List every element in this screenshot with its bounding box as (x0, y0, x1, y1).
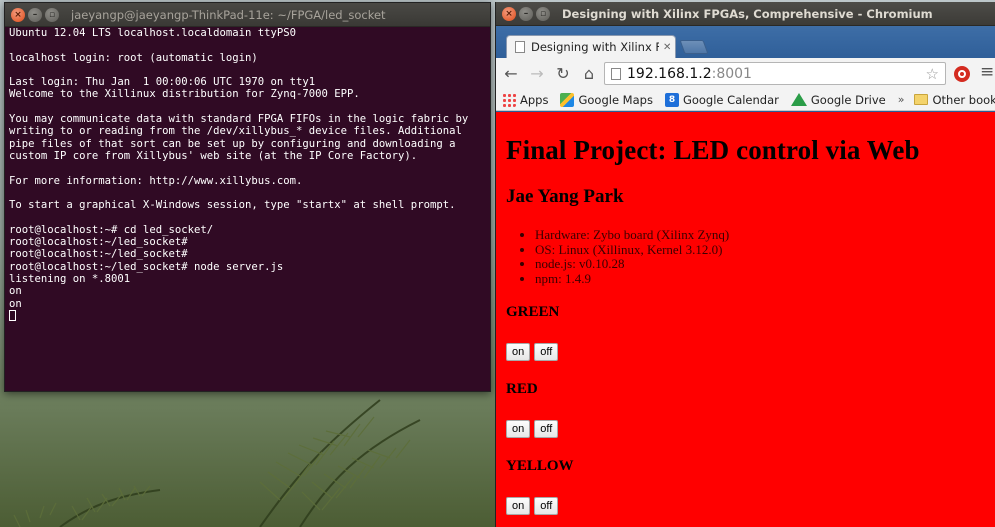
address-bar[interactable]: 192.168.1.2:8001 ☆ (604, 62, 946, 85)
bookmark-label: Google Maps (578, 92, 653, 107)
menu-icon[interactable]: ≡ (980, 62, 994, 82)
terminal-line: root@localhost:~/led_socket# (9, 236, 188, 249)
red-off-button[interactable]: off (534, 420, 559, 438)
terminal-title: jaeyangp@jaeyangp-ThinkPad-11e: ~/FPGA/l… (71, 7, 386, 22)
reload-icon[interactable]: ↻ (552, 63, 574, 85)
browser-tab[interactable]: Designing with Xilinx FPG ✕ (506, 35, 676, 58)
terminal-line: You may communicate data with standard F… (9, 113, 469, 126)
red-on-button[interactable]: on (506, 420, 531, 438)
chromium-maximize-icon[interactable]: ▫ (536, 6, 550, 21)
chromium-close-icon[interactable]: × (502, 6, 516, 21)
bookmark-label: Other bookmarks (932, 92, 995, 107)
new-tab-button[interactable] (679, 40, 709, 54)
yellow-led-heading: YELLOW (506, 458, 574, 474)
terminal-line: custom IP core from Xillybus' web site (… (9, 149, 418, 162)
terminal-line: Welcome to the Xillinux distribution for… (9, 88, 360, 101)
google-calendar-icon: 8 (664, 92, 679, 107)
red-led-heading: RED (506, 381, 538, 397)
page-icon (515, 41, 525, 53)
green-on-button[interactable]: on (506, 343, 531, 361)
system-info-list: Hardware: Zybo board (Xilinx Zynq) OS: L… (535, 227, 995, 287)
list-item: OS: Linux (Xillinux, Kernel 3.12.0) (535, 242, 995, 258)
terminal-output[interactable]: Ubuntu 12.04 LTS localhost.localdomain t… (5, 27, 490, 391)
chromium-window-title: Designing with Xilinx FPGAs, Comprehensi… (562, 6, 933, 21)
terminal-line: To start a graphical X-Windows session, … (9, 199, 456, 212)
page-author: Jae Yang Park (506, 186, 624, 207)
terminal-titlebar[interactable]: × – ▫ jaeyangp@jaeyangp-ThinkPad-11e: ~/… (5, 3, 490, 27)
folder-icon (914, 94, 929, 105)
terminal-minimize-icon[interactable]: – (28, 7, 42, 22)
browser-toolbar: ← → ↻ ⌂ 192.168.1.2:8001 ☆ ≡ (496, 58, 995, 89)
list-item: npm: 1.4.9 (535, 271, 995, 287)
red-led-controls: on off (506, 420, 995, 438)
bookmark-google-calendar[interactable]: 8 Google Calendar (664, 92, 779, 107)
yellow-led-controls: on off (506, 497, 995, 515)
tab-strip: Designing with Xilinx FPG ✕ (496, 26, 995, 58)
terminal-line: root@localhost:~/led_socket# (9, 248, 188, 261)
terminal-line: Ubuntu 12.04 LTS localhost.localdomain t… (9, 27, 297, 39)
terminal-line: root@localhost:~# cd led_socket/ (9, 223, 214, 236)
terminal-line: listening on *.8001 (9, 272, 131, 285)
back-arrow-icon[interactable]: ← (500, 63, 522, 85)
google-drive-icon (790, 93, 807, 106)
apps-grid-icon (502, 92, 516, 107)
terminal-line: localhost login: root (automatic login) (9, 51, 258, 64)
home-icon[interactable]: ⌂ (578, 63, 600, 85)
url-host: 192.168.1.2 (627, 65, 712, 82)
terminal-cursor (9, 309, 16, 321)
chromium-titlebar[interactable]: × – ▫ Designing with Xilinx FPGAs, Compr… (496, 2, 995, 26)
terminal-close-icon[interactable]: × (11, 7, 25, 22)
terminal-window[interactable]: × – ▫ jaeyangp@jaeyangp-ThinkPad-11e: ~/… (4, 2, 491, 392)
terminal-line: Last login: Thu Jan 1 00:00:06 UTC 1970 … (9, 76, 316, 89)
bookmark-label: Google Calendar (682, 92, 779, 107)
terminal-line: pipe files of that sort can be set up by… (9, 137, 456, 150)
page-info-icon[interactable] (611, 67, 621, 80)
bookmark-google-drive[interactable]: Google Drive (790, 92, 886, 107)
terminal-maximize-icon[interactable]: ▫ (45, 7, 59, 22)
green-led-controls: on off (506, 343, 995, 361)
terminal-line: root@localhost:~/led_socket# node server… (9, 260, 284, 273)
extension-icon[interactable] (954, 66, 970, 82)
bookmark-google-maps[interactable]: Google Maps (560, 92, 653, 107)
web-page-content: Final Project: LED control via Web Jae Y… (496, 112, 995, 527)
terminal-line: on (9, 297, 22, 310)
terminal-line: For more information: http://www.xillybu… (9, 174, 303, 187)
bookmark-other-bookmarks[interactable]: Other bookmarks (914, 93, 995, 107)
yellow-on-button[interactable]: on (506, 497, 531, 515)
chromium-window[interactable]: × – ▫ Designing with Xilinx FPGAs, Compr… (495, 2, 995, 527)
bookmark-apps[interactable]: Apps (502, 92, 549, 107)
bookmarks-bar: Apps Google Maps 8 Google Calendar Googl… (496, 89, 995, 111)
list-item: node.js: v0.10.28 (535, 256, 995, 272)
green-led-heading: GREEN (506, 304, 560, 320)
url-port: :8001 (711, 65, 752, 82)
terminal-line: writing to or reading from the /dev/xill… (9, 125, 462, 138)
green-off-button[interactable]: off (534, 343, 559, 361)
terminal-line: on (9, 285, 22, 298)
terminal-prompt-line[interactable] (9, 309, 486, 322)
page-title: Final Project: LED control via Web (506, 135, 920, 165)
yellow-off-button[interactable]: off (534, 497, 559, 515)
list-item: Hardware: Zybo board (Xilinx Zynq) (535, 227, 995, 243)
chromium-minimize-icon[interactable]: – (519, 6, 533, 21)
bookmark-label: Apps (520, 92, 549, 107)
bookmark-label: Google Drive (810, 92, 886, 107)
tab-title: Designing with Xilinx FPG (531, 40, 659, 54)
google-maps-icon (560, 92, 575, 107)
forward-arrow-icon[interactable]: → (526, 63, 548, 85)
bookmark-star-icon[interactable]: ☆ (926, 65, 939, 83)
tab-close-icon[interactable]: ✕ (663, 42, 671, 53)
bookmarks-overflow-chevron-icon[interactable]: » (898, 93, 905, 106)
